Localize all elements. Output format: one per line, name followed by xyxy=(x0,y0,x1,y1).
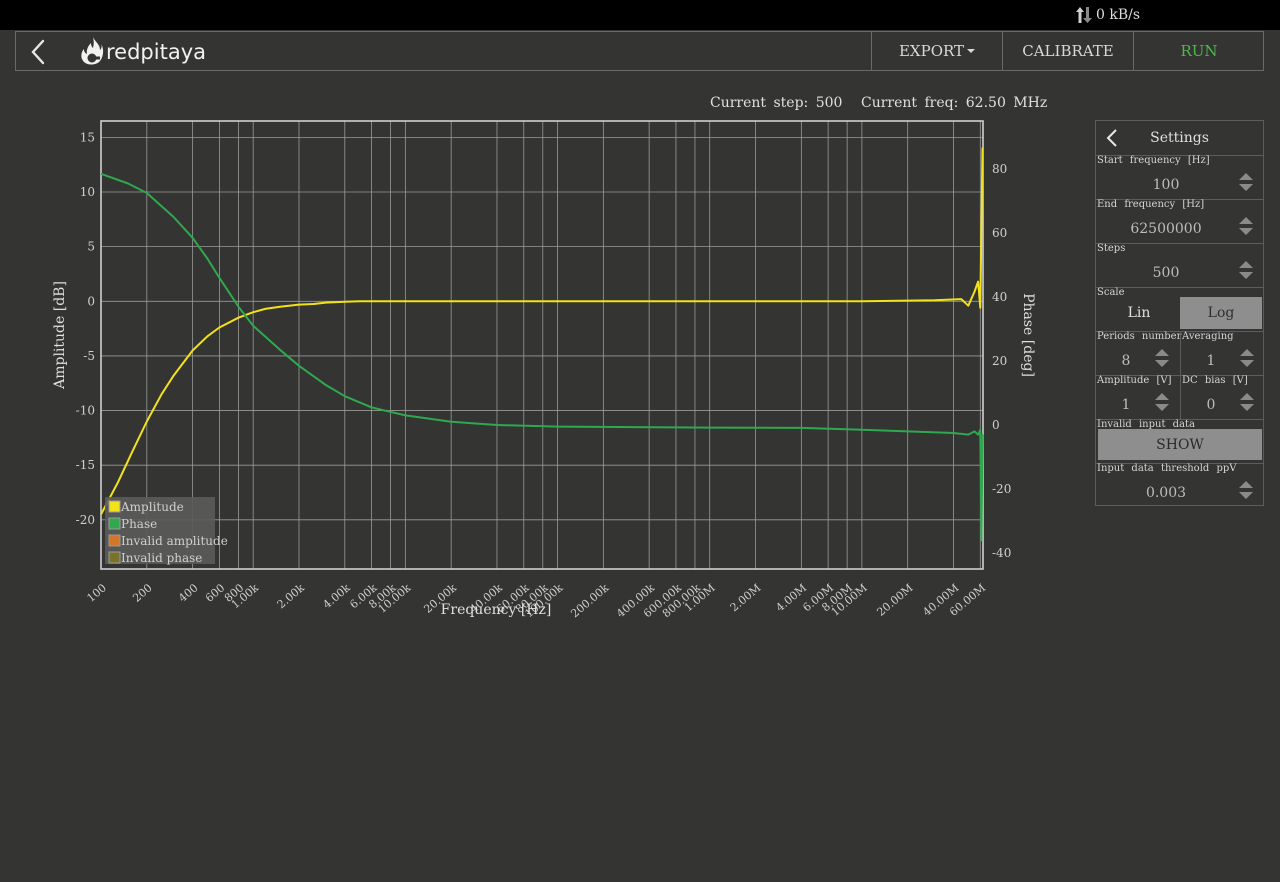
flame-logo-icon xyxy=(81,37,104,65)
legend-label: Amplitude xyxy=(120,500,184,514)
end-frequency-label: End frequency [Hz] xyxy=(1097,199,1205,210)
calibrate-button[interactable]: CALIBRATE xyxy=(1002,32,1133,70)
amplitude-label: Amplitude [V] xyxy=(1097,375,1172,386)
steps-label: Steps xyxy=(1097,243,1126,254)
start-frequency-field: Start frequency [Hz] 100 xyxy=(1096,155,1263,200)
steps-field: Steps 500 xyxy=(1096,243,1263,288)
steps-value[interactable]: 500 xyxy=(1096,265,1236,281)
periods-averaging-row: Periods number 8 Averaging 1 xyxy=(1096,331,1263,376)
amplitude-field: Amplitude [V] 1 xyxy=(1096,375,1179,419)
end-frequency-value[interactable]: 62500000 xyxy=(1096,221,1236,237)
plot-frame xyxy=(100,120,984,570)
dc-bias-label: DC bias [V] xyxy=(1182,375,1248,386)
legend-label: Invalid phase xyxy=(121,551,202,565)
legend-swatch xyxy=(108,500,121,513)
averaging-stepper-icon[interactable] xyxy=(1240,348,1254,368)
y-tick-label: 15 xyxy=(80,130,95,144)
show-invalid-button[interactable]: SHOW xyxy=(1098,429,1262,460)
averaging-field: Averaging 1 xyxy=(1180,331,1264,375)
averaging-label: Averaging xyxy=(1182,331,1234,342)
network-indicator: 0 kB/s xyxy=(1076,6,1140,24)
threshold-stepper-icon[interactable] xyxy=(1239,480,1253,500)
start-frequency-stepper-icon[interactable] xyxy=(1239,172,1253,192)
periods-stepper-icon[interactable] xyxy=(1155,348,1169,368)
amplitude-stepper-icon[interactable] xyxy=(1155,392,1169,412)
x-tick-label: 2.00k xyxy=(275,581,307,611)
start-frequency-value[interactable]: 100 xyxy=(1096,177,1236,193)
dc-bias-value[interactable]: 0 xyxy=(1181,397,1241,413)
export-label: EXPORT xyxy=(898,42,965,60)
dc-bias-stepper-icon[interactable] xyxy=(1240,392,1254,412)
y-tick-label: -5 xyxy=(83,349,95,363)
y-tick-label: -15 xyxy=(76,458,95,472)
x-axis-label: Frequency [Hz] xyxy=(441,602,552,618)
network-rate: 0 kB/s xyxy=(1096,7,1141,23)
x-tick-label: 200 xyxy=(130,581,154,604)
periods-number-value[interactable]: 8 xyxy=(1096,353,1156,369)
legend-label: Invalid amplitude xyxy=(121,534,228,548)
y2-axis-label: Phase [deg] xyxy=(1020,293,1036,377)
y-axis-label: Amplitude [dB] xyxy=(52,281,68,390)
settings-title: Settings xyxy=(1150,130,1209,146)
series-amplitude-line xyxy=(100,147,984,515)
x-tick-label: 200.00k xyxy=(568,581,611,620)
y-tick-label: 5 xyxy=(87,240,95,254)
caret-down-icon xyxy=(967,49,976,53)
x-tick-label: 20.00M xyxy=(875,581,916,618)
network-arrows-icon xyxy=(1076,7,1092,23)
periods-number-field: Periods number 8 xyxy=(1096,331,1182,375)
y-tick-label: 10 xyxy=(80,185,95,199)
y-tick-label: -20 xyxy=(76,513,95,527)
scale-lin-option[interactable]: Lin xyxy=(1098,297,1180,329)
y2-tick-label: 40 xyxy=(992,290,1007,304)
x-tick-label: 400 xyxy=(176,581,200,604)
settings-header: Settings xyxy=(1096,121,1263,156)
legend-label: Phase xyxy=(121,517,157,531)
calibrate-label: CALIBRATE xyxy=(1022,42,1114,60)
y-tick-label: 0 xyxy=(87,294,95,308)
run-button[interactable]: RUN xyxy=(1133,32,1264,70)
y2-tick-label: -40 xyxy=(992,546,1011,560)
y2-tick-label: 60 xyxy=(992,226,1007,240)
run-label: RUN xyxy=(1180,42,1218,60)
x-tick-label: 100 xyxy=(84,581,108,604)
top-status-bar: 0 kB/s xyxy=(0,0,1280,30)
series-phase-line xyxy=(100,172,984,542)
y-tick-label: -10 xyxy=(76,404,95,418)
current-step: Current step: 500 xyxy=(710,95,843,111)
current-freq: Current freq: 62.50 MHz xyxy=(861,95,1048,111)
threshold-label: Input data threshold ppV xyxy=(1097,463,1237,474)
amplitude-value[interactable]: 1 xyxy=(1096,397,1156,413)
threshold-value[interactable]: 0.003 xyxy=(1096,485,1236,501)
amplitude-dcbias-row: Amplitude [V] 1 DC bias [V] 0 xyxy=(1096,375,1263,420)
y2-tick-label: 80 xyxy=(992,162,1007,176)
periods-number-label: Periods number xyxy=(1097,331,1182,342)
settings-panel: Settings Start frequency [Hz] 100 End fr… xyxy=(1095,120,1264,506)
y2-tick-label: -20 xyxy=(992,482,1011,496)
y2-tick-label: 0 xyxy=(992,418,1000,432)
x-tick-label: 2.00M xyxy=(728,581,764,614)
steps-stepper-icon[interactable] xyxy=(1239,260,1253,280)
y2-tick-label: 20 xyxy=(992,354,1007,368)
threshold-field: Input data threshold ppV 0.003 xyxy=(1096,463,1263,507)
end-frequency-stepper-icon[interactable] xyxy=(1239,216,1253,236)
legend-swatch xyxy=(108,517,121,530)
logo-text: redpitaya xyxy=(106,40,206,64)
bode-plot-chart: 151050-5-10-15-20806040200-20-40100 200 40… xyxy=(52,120,1036,620)
export-button[interactable]: EXPORT xyxy=(871,32,1002,70)
scale-field: Scale Lin Log xyxy=(1096,287,1263,332)
end-frequency-field: End frequency [Hz] 62500000 xyxy=(1096,199,1263,244)
redpitaya-logo[interactable]: redpitaya xyxy=(80,36,206,68)
app-navbar: redpitaya EXPORT CALIBRATE RUN xyxy=(15,31,1264,71)
legend-swatch xyxy=(108,534,121,547)
scale-log-option[interactable]: Log xyxy=(1180,297,1262,329)
dc-bias-field: DC bias [V] 0 xyxy=(1180,375,1264,419)
invalid-data-field: Invalid input data SHOW xyxy=(1096,419,1263,464)
legend-swatch xyxy=(108,551,121,564)
averaging-value[interactable]: 1 xyxy=(1181,353,1241,369)
x-tick-label: 4.00k xyxy=(320,581,352,611)
back-arrow-icon[interactable] xyxy=(26,38,52,66)
start-frequency-label: Start frequency [Hz] xyxy=(1097,155,1210,166)
